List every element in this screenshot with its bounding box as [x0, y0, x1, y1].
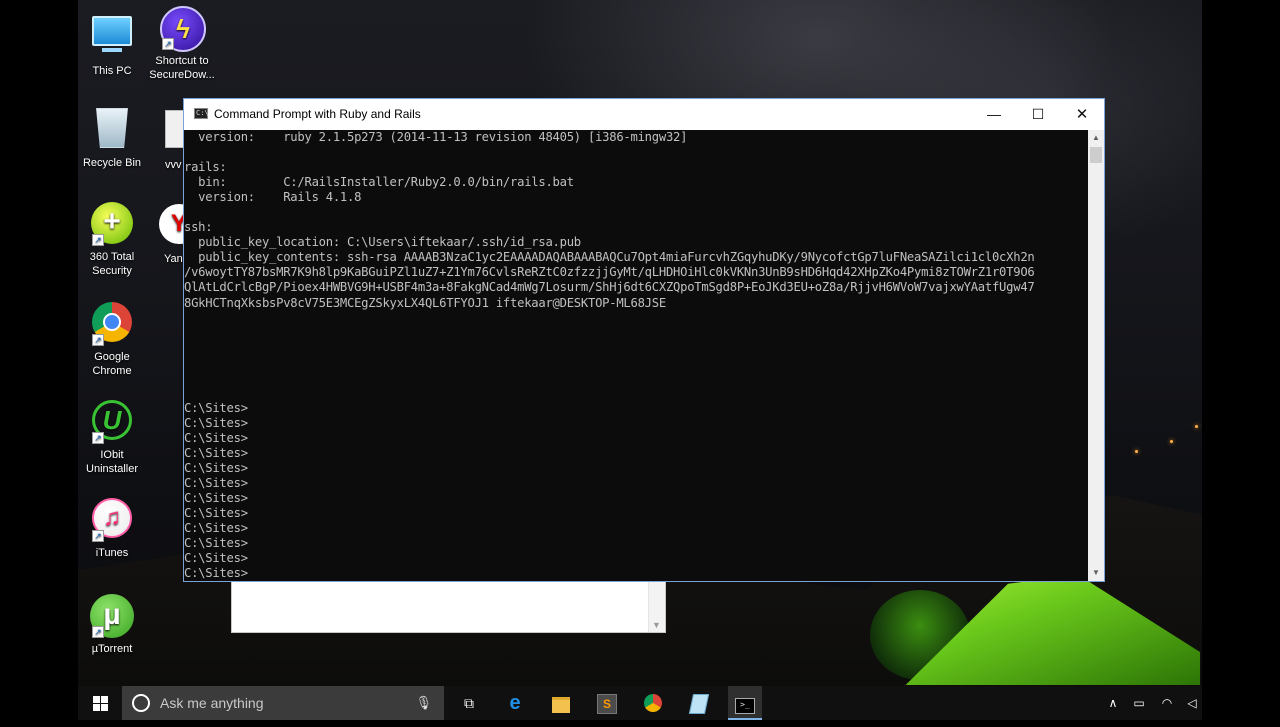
edge-icon[interactable]: e — [498, 686, 532, 720]
console-output[interactable]: version: ruby 2.1.5p273 (2014-11-13 revi… — [184, 130, 1088, 581]
show-hidden-icons-chevron-icon[interactable]: ∧ — [1102, 686, 1124, 720]
desktop-icon-vvv[interactable]: vvv — [155, 106, 185, 172]
maximize-button[interactable]: ☐ — [1016, 99, 1060, 130]
desktop-icon-label: 360 Total Security — [89, 251, 135, 277]
computer-icon — [90, 16, 134, 60]
right-letterbox — [1202, 0, 1280, 720]
light-dot — [1135, 450, 1138, 453]
minimize-button[interactable]: — — [972, 99, 1016, 130]
window-titlebar[interactable]: C:\ Command Prompt with Ruby and Rails —… — [184, 99, 1104, 130]
desktop-icon-label: This PC — [92, 65, 132, 77]
desktop-icon-google-chrome[interactable]: ↗ Google Chrome — [74, 300, 150, 378]
desktop-icon-securedownload[interactable]: ϟ ↗ Shortcut to SecureDow... — [144, 6, 220, 82]
plus-shield-icon: + ↗ — [90, 202, 134, 246]
lightning-icon: ϟ ↗ — [160, 6, 206, 52]
chrome-icon: ↗ — [90, 302, 134, 346]
desktop-icon-itunes[interactable]: ♫ ↗ iTunes — [74, 496, 150, 560]
cortana-icon — [132, 694, 150, 712]
shortcut-arrow-icon: ↗ — [92, 530, 104, 542]
desktop-icon-label: Recycle Bin — [82, 157, 142, 169]
document-icon — [155, 110, 185, 154]
command-prompt-icon[interactable]: C:\ — [194, 108, 209, 119]
console-text[interactable]: version: ruby 2.1.5p273 (2014-11-13 revi… — [184, 130, 1088, 581]
desktop-icon-label: vvv — [165, 159, 182, 171]
desktop-icon-label: iTunes — [95, 547, 129, 559]
scroll-down-icon[interactable]: ▼ — [652, 620, 661, 630]
command-prompt-taskbar-button[interactable]: >_ — [728, 686, 762, 720]
desktop-icon-utorrent[interactable]: µ ↗ µTorrent — [74, 594, 150, 656]
volume-icon[interactable]: ◁ — [1182, 686, 1202, 720]
desktop-icon-label: Shortcut to SecureDow... — [149, 55, 215, 81]
battery-icon[interactable]: ▭ — [1128, 686, 1150, 720]
utorrent-icon: µ ↗ — [90, 594, 134, 638]
windows-logo-icon — [92, 696, 108, 711]
background-window[interactable]: ▼ — [231, 578, 666, 633]
desktop-icon-label: IObit Uninstaller — [86, 449, 138, 475]
file-explorer-icon[interactable] — [544, 686, 578, 720]
microphone-icon[interactable]: 🎙 — [415, 686, 432, 720]
cortana-search-box[interactable]: Ask me anything 🎙 — [122, 686, 444, 720]
console-scrollbar[interactable]: ▲ ▼ — [1088, 130, 1104, 581]
desktop-icon-360-total-security[interactable]: + ↗ 360 Total Security — [74, 202, 150, 278]
window-title: Command Prompt with Ruby and Rails — [214, 107, 421, 121]
shortcut-arrow-icon: ↗ — [92, 626, 104, 638]
start-button[interactable] — [78, 686, 122, 720]
search-placeholder: Ask me anything — [160, 695, 264, 711]
light-dot — [1170, 440, 1173, 443]
shortcut-arrow-icon: ↗ — [92, 334, 104, 346]
shortcut-arrow-icon: ↗ — [162, 38, 174, 50]
left-letterbox — [0, 0, 78, 720]
desktop-icon-label: Google Chrome — [92, 351, 132, 377]
taskbar: Ask me anything 🎙 ⧉ e S >_ ∧ ▭ ◠ ◁ — [78, 686, 1202, 720]
itunes-icon: ♫ ↗ — [90, 498, 134, 542]
sublime-text-icon[interactable]: S — [590, 686, 624, 720]
desktop-icon-recycle-bin[interactable]: Recycle Bin — [74, 106, 150, 170]
desktop-icon-iobit-uninstaller[interactable]: U ↗ IObit Uninstaller — [74, 398, 150, 476]
yandex-icon: Y — [155, 204, 185, 248]
shortcut-arrow-icon: ↗ — [92, 432, 104, 444]
wifi-icon[interactable]: ◠ — [1156, 686, 1178, 720]
notepad-icon[interactable] — [682, 686, 716, 720]
scrollbar-thumb[interactable] — [1090, 147, 1102, 163]
command-prompt-window[interactable]: C:\ Command Prompt with Ruby and Rails —… — [183, 98, 1105, 582]
background-window-scrollbar[interactable]: ▼ — [648, 579, 665, 632]
scroll-down-icon[interactable]: ▼ — [1088, 565, 1104, 581]
close-button[interactable]: ✕ — [1060, 99, 1104, 130]
recycle-bin-icon — [90, 108, 134, 152]
desktop-icon-this-pc[interactable]: This PC — [74, 8, 150, 78]
desktop-icon-yan[interactable]: Y Yan — [155, 202, 185, 266]
desktop-icon-label: µTorrent — [91, 643, 133, 655]
light-dot — [1195, 425, 1198, 428]
task-view-icon[interactable]: ⧉ — [452, 686, 486, 720]
iobit-icon: U ↗ — [90, 400, 134, 444]
scroll-up-icon[interactable]: ▲ — [1088, 130, 1104, 146]
shortcut-arrow-icon: ↗ — [92, 234, 104, 246]
desktop-icon-label: Yan — [164, 253, 183, 265]
chrome-taskbar-icon[interactable] — [636, 686, 670, 720]
